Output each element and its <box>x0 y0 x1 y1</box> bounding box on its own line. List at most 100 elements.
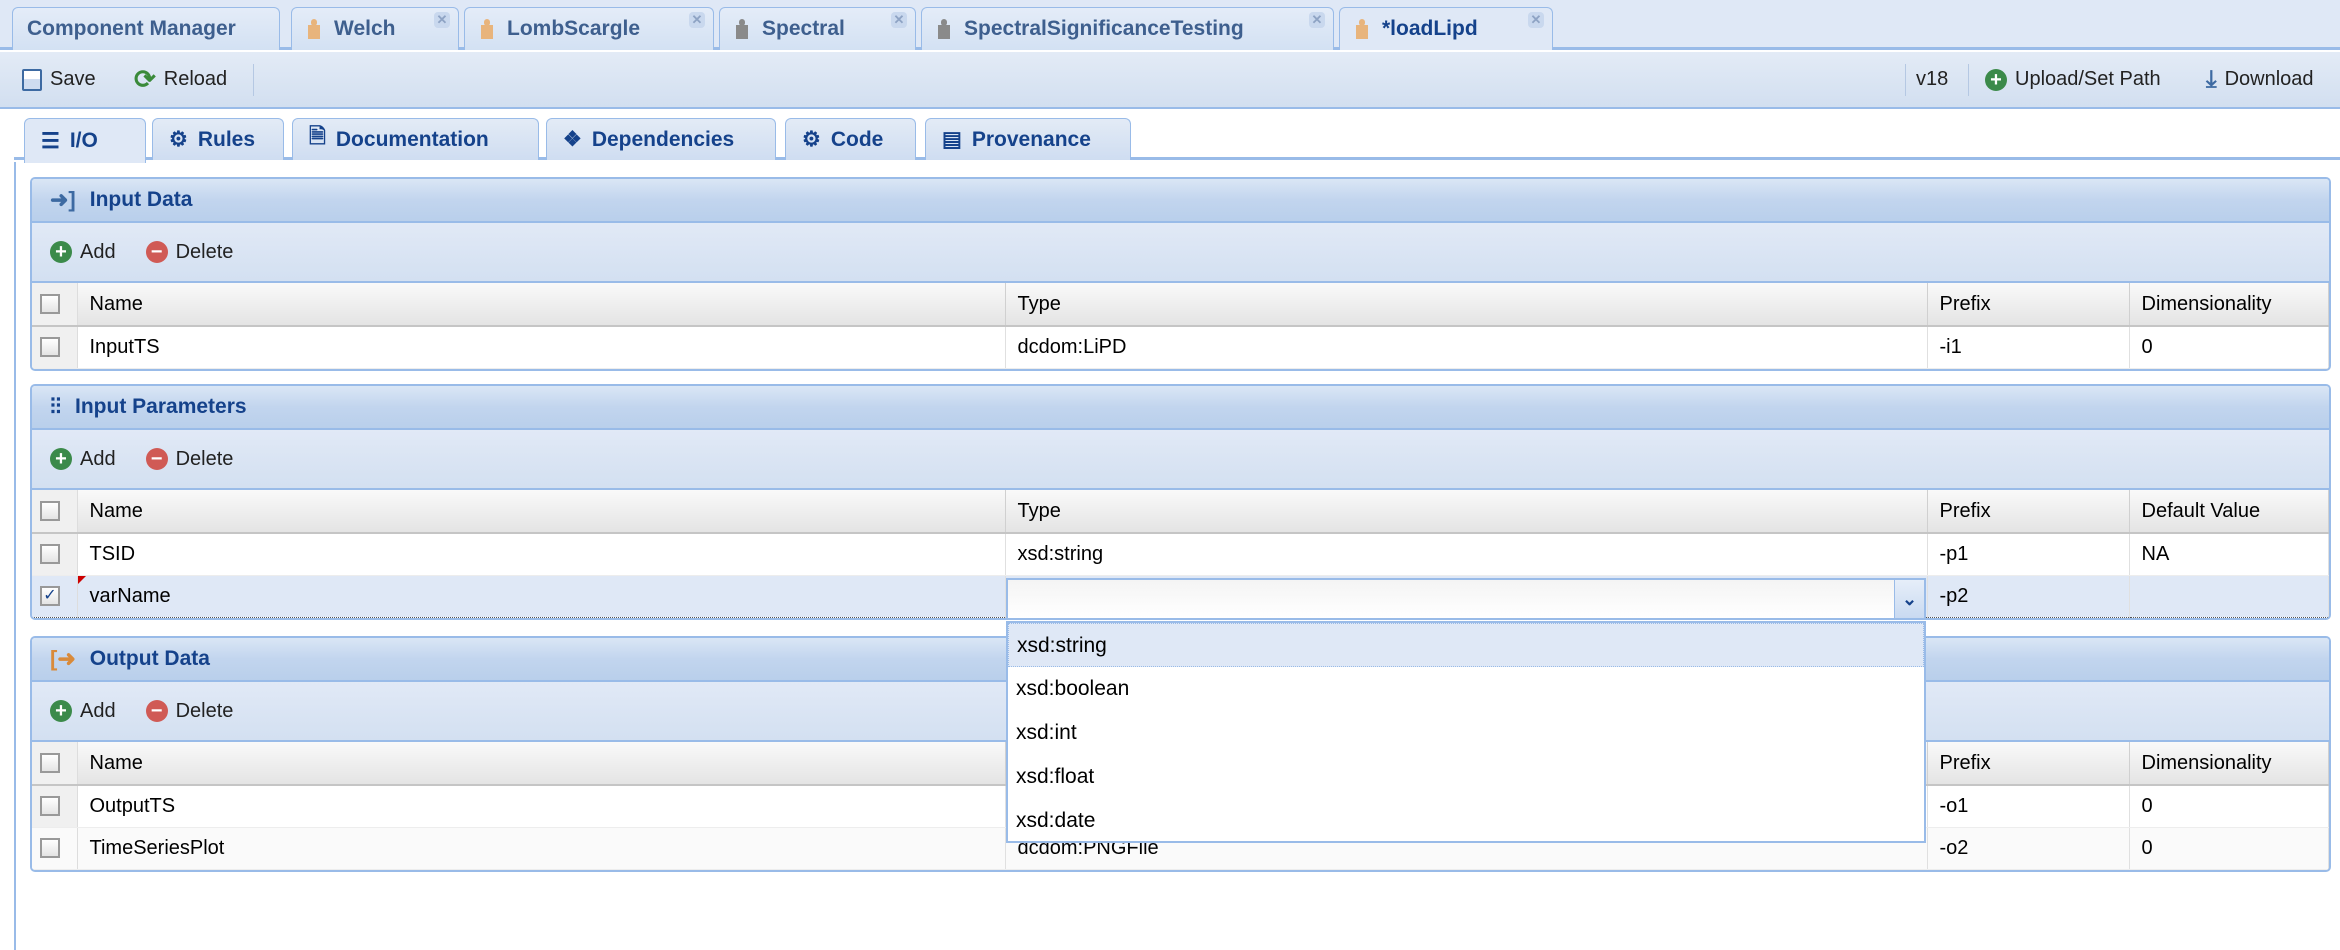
list-alt-icon: ▤ <box>942 128 962 151</box>
table-row[interactable]: InputTS dcdom:LiPD -i1 0 <box>32 326 2329 369</box>
type-combobox[interactable]: ⌄ <box>1006 578 1926 620</box>
tab-spectral[interactable]: Spectral ✕ <box>719 7 916 50</box>
reload-button[interactable]: ⟳ Reload <box>134 52 227 107</box>
column-header[interactable]: Prefix <box>1927 742 2130 786</box>
download-button[interactable]: ⤓ Download <box>2206 52 2314 107</box>
input-data-panel: ➜] Input Data + Add − Delete Name Type Prefix Dim… <box>30 177 2331 371</box>
table-cell[interactable]: 0 <box>2129 785 2329 828</box>
delete-button[interactable]: − Delete <box>145 240 234 264</box>
dropdown-option[interactable]: xsd:int <box>1008 711 1924 755</box>
tab-label: SpectralSignificanceTesting <box>964 17 1244 40</box>
chevron-down-icon[interactable]: ⌄ <box>1894 580 1924 618</box>
add-label: Add <box>80 699 116 722</box>
close-icon[interactable]: ✕ <box>1528 12 1544 28</box>
grid-header: NameTypePrefixDimensionality <box>32 283 2329 327</box>
version-label: v18 <box>1916 52 1948 107</box>
tab-spectral-significance-testing[interactable]: SpectralSignificanceTesting ✕ <box>921 7 1334 50</box>
row-checkbox[interactable]: ✓ <box>32 574 78 618</box>
close-icon[interactable]: ✕ <box>689 12 705 28</box>
table-cell[interactable]: dcdom:LiPD <box>1005 326 1928 369</box>
table-cell[interactable]: xsd:string <box>1005 533 1928 576</box>
tab-label: Provenance <box>971 127 1091 151</box>
select-all-checkbox[interactable] <box>32 283 78 327</box>
table-cell[interactable]: 0 <box>2129 326 2329 369</box>
tab-rules[interactable]: ⚙ Rules <box>152 118 284 160</box>
tab-io[interactable]: ☰ I/O <box>24 118 146 163</box>
table-cell[interactable] <box>2129 574 2329 618</box>
upload-set-path-button[interactable]: + Upload/Set Path <box>1985 52 2161 107</box>
select-all-checkbox[interactable] <box>32 742 78 786</box>
download-icon: ⤓ <box>2206 65 2217 93</box>
add-icon: + <box>50 448 72 470</box>
column-header[interactable]: Name <box>77 742 1006 786</box>
row-checkbox[interactable] <box>32 785 78 828</box>
add-label: Add <box>80 447 116 470</box>
row-checkbox[interactable] <box>32 827 78 870</box>
tab-label: Documentation <box>335 127 489 151</box>
delete-button[interactable]: − Delete <box>145 700 233 723</box>
sliders-icon: ⫶⫶ <box>50 394 62 419</box>
select-all-checkbox[interactable] <box>32 490 78 534</box>
column-header[interactable]: Type <box>1005 490 1928 534</box>
download-label: Download <box>2224 68 2314 90</box>
close-icon[interactable]: ✕ <box>891 12 907 28</box>
row-checkbox[interactable] <box>32 326 78 369</box>
toolbar-divider <box>1905 64 1906 96</box>
tab-dependencies[interactable]: ❖ Dependencies <box>546 118 776 160</box>
column-header[interactable]: Dimensionality <box>2129 283 2329 327</box>
reload-label: Reload <box>163 68 228 90</box>
row-checkbox[interactable] <box>32 533 78 576</box>
reload-icon: ⟳ <box>134 64 156 94</box>
close-icon[interactable]: ✕ <box>1309 12 1325 28</box>
tab-provenance[interactable]: ▤ Provenance <box>925 118 1131 160</box>
delete-icon: − <box>145 700 168 722</box>
dirty-marker <box>77 576 86 584</box>
dropdown-option[interactable]: xsd:boolean <box>1008 667 1924 711</box>
puzzle-icon <box>734 19 752 39</box>
tab-component-manager[interactable]: Component Manager <box>12 7 280 50</box>
delete-button[interactable]: − Delete <box>145 448 233 471</box>
column-header[interactable]: Name <box>77 490 1006 534</box>
dropdown-option[interactable]: xsd:string <box>1008 623 1924 667</box>
table-cell[interactable]: NA <box>2129 533 2329 576</box>
save-button[interactable]: Save <box>22 52 96 107</box>
column-header[interactable]: Prefix <box>1927 490 2130 534</box>
table-cell[interactable]: varName <box>77 574 1006 618</box>
table-cell[interactable]: -o2 <box>1927 827 2130 870</box>
table-cell[interactable]: TimeSeriesPlot <box>77 827 1006 870</box>
delete-label: Delete <box>175 240 234 263</box>
tab-loadlipd[interactable]: *loadLipd ✕ <box>1339 7 1553 50</box>
save-label: Save <box>50 68 96 90</box>
panel-toolbar: + Add − Delete <box>32 430 2329 490</box>
add-button[interactable]: + Add <box>50 241 116 264</box>
table-cell[interactable]: -o1 <box>1927 785 2130 828</box>
table-cell[interactable]: InputTS <box>77 326 1006 369</box>
table-cell[interactable]: 0 <box>2129 827 2329 870</box>
tab-welch[interactable]: Welch ✕ <box>291 7 459 50</box>
close-icon[interactable]: ✕ <box>434 12 450 28</box>
column-header[interactable]: Name <box>77 283 1006 327</box>
table-cell[interactable]: -p1 <box>1927 533 2130 576</box>
tab-code[interactable]: ⚙ Code <box>785 118 916 160</box>
tab-label: Spectral <box>762 17 845 40</box>
column-header[interactable]: Prefix <box>1927 283 2130 327</box>
sign-out-icon: [➜ <box>50 646 76 671</box>
table-cell[interactable]: -p2 <box>1927 574 2130 618</box>
table-cell[interactable]: OutputTS <box>77 785 1006 828</box>
add-button[interactable]: + Add <box>50 448 116 471</box>
version-text: v18 <box>1916 68 1949 90</box>
dropdown-option[interactable]: xsd:float <box>1008 755 1924 799</box>
tab-documentation[interactable]: 🗎 Documentation <box>292 118 539 160</box>
table-cell[interactable]: TSID <box>77 533 1006 576</box>
table-cell[interactable]: -i1 <box>1927 326 2130 369</box>
column-header[interactable]: Dimensionality <box>2129 742 2329 786</box>
panel-title: Input Parameters <box>75 395 247 418</box>
table-row[interactable]: TSID xsd:string -p1 NA <box>32 533 2329 576</box>
tab-lombscargle[interactable]: LombScargle ✕ <box>464 7 714 50</box>
column-header[interactable]: Default Value <box>2129 490 2329 534</box>
column-header[interactable]: Type <box>1005 283 1928 327</box>
add-button[interactable]: + Add <box>50 700 116 723</box>
dropdown-option[interactable]: xsd:date <box>1008 799 1924 843</box>
upload-label: Upload/Set Path <box>2015 68 2161 90</box>
component-toolbar: Save ⟳ Reload v18 + Upload/Set Path ⤓ Downl… <box>0 52 2340 109</box>
